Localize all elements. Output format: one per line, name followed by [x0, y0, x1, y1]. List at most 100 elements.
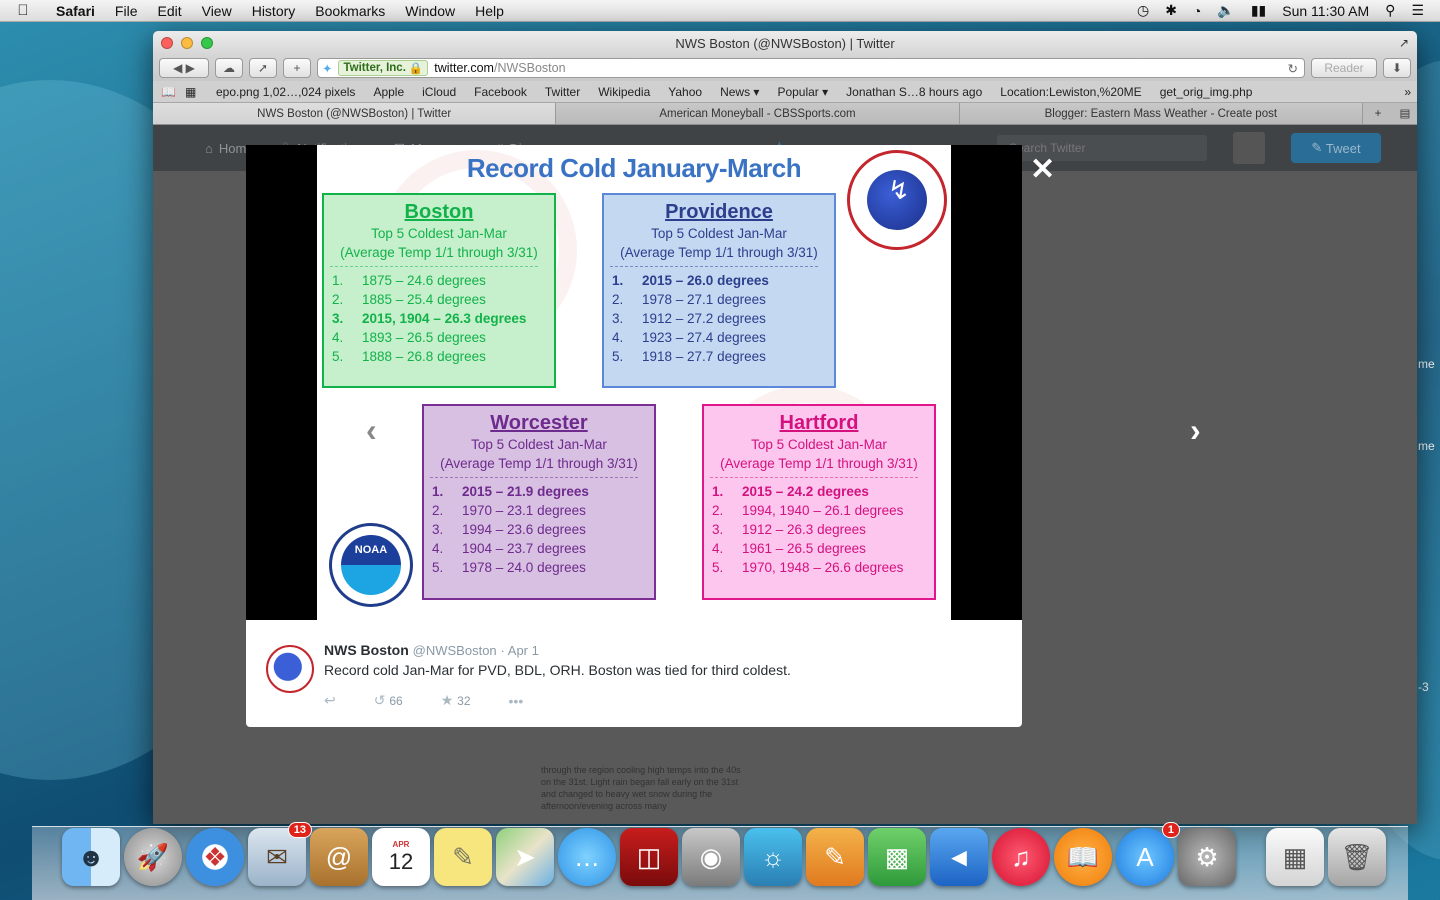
more-options-icon[interactable]: ••• [509, 693, 524, 709]
tweet-author-handle[interactable]: @NWSBoston [413, 643, 497, 658]
avatar[interactable] [1233, 132, 1265, 164]
search-input[interactable]: Search Twitter [997, 135, 1207, 161]
tweet-author-name[interactable]: NWS Boston [324, 642, 409, 658]
safari-icon[interactable]: ❖ [186, 828, 244, 886]
retweet-action[interactable]: ↺ 66 [374, 692, 403, 709]
rank-row: 4. 1961 – 26.5 degrees [712, 541, 866, 556]
new-tab-button[interactable]: + [283, 58, 311, 78]
show-all-tabs-button[interactable]: ▤ [1393, 103, 1417, 124]
bookmark-item[interactable]: Popular ▾ [768, 85, 837, 99]
tweet-button[interactable]: ✎ Tweet [1291, 133, 1381, 163]
rank-row: 1. 2015 – 21.9 degrees [432, 484, 589, 499]
icloud-tabs-button[interactable]: ☁ [215, 58, 243, 78]
menu-window[interactable]: Window [395, 3, 465, 19]
menu-view[interactable]: View [192, 3, 242, 19]
menu-help[interactable]: Help [465, 3, 514, 19]
rank-row: 4. 1923 – 27.4 degrees [612, 330, 766, 345]
city-name: Worcester [490, 412, 588, 434]
maps-icon[interactable]: ➤ [496, 828, 554, 886]
close-icon[interactable]: ✕ [1030, 152, 1055, 187]
launchpad-icon[interactable]: 🚀 [124, 828, 182, 886]
reply-icon[interactable]: ↩ [324, 692, 336, 709]
bookmark-item[interactable]: News ▾ [711, 85, 768, 99]
menu-edit[interactable]: Edit [147, 3, 191, 19]
background-page-snippet: through the region cooling high temps in… [541, 765, 741, 811]
tab-nws-boston[interactable]: NWS Boston (@NWSBoston) | Twitter [153, 103, 557, 124]
iphoto-icon[interactable]: ☼ [744, 828, 802, 886]
bookmark-item[interactable]: Apple [364, 85, 413, 99]
tweet-date[interactable]: · Apr 1 [501, 643, 539, 658]
notification-center-icon[interactable]: ☰ [1411, 2, 1424, 19]
itunes-icon[interactable]: ♫ [992, 828, 1050, 886]
worcester-box: Worcester Top 5 Coldest Jan-Mar (Average… [422, 404, 656, 600]
bookmark-item[interactable]: Facebook [465, 85, 536, 99]
share-button[interactable]: ➚ [249, 58, 277, 78]
more-bookmarks-icon[interactable]: » [1404, 85, 1417, 99]
close-window-button[interactable] [161, 37, 173, 49]
app-store-badge: 1 [1161, 822, 1180, 838]
favorite-action[interactable]: ★ 32 [441, 692, 471, 709]
back-forward-buttons[interactable]: ◀ ▶ [159, 58, 209, 78]
nws-logo: ↯ [847, 150, 947, 250]
address-bar[interactable]: ✦ Twitter, Inc. 🔒 twitter.com/NWSBoston ↻ [317, 58, 1305, 78]
reading-list-icon[interactable]: 📖 [161, 85, 185, 99]
bookmark-item[interactable]: Location:Lewiston,%20ME [991, 85, 1150, 99]
battery-icon[interactable]: ▮▮ [1251, 2, 1266, 19]
finder-icon[interactable]: ☻ [62, 828, 120, 886]
bookmark-item[interactable]: get_orig_img.php [1151, 85, 1262, 99]
clock[interactable]: Sun 11:30 AM [1282, 3, 1369, 19]
menu-file[interactable]: File [105, 3, 148, 19]
bookmark-item[interactable]: Wikipedia [589, 85, 659, 99]
system-preferences-icon[interactable]: ⚙ [1178, 828, 1236, 886]
lightning-icon: ↯ [888, 175, 910, 205]
downloads-button[interactable]: ⬇ [1383, 58, 1411, 78]
trash-icon[interactable]: 🗑 [1328, 828, 1386, 886]
minimize-window-button[interactable] [181, 37, 193, 49]
reader-button[interactable]: Reader [1311, 58, 1377, 78]
divider [330, 266, 538, 267]
menu-bookmarks[interactable]: Bookmarks [305, 3, 395, 19]
rank-row: 4. 1904 – 23.7 degrees [432, 541, 586, 556]
photo-booth-icon[interactable]: ◫ [620, 828, 678, 886]
zoom-window-button[interactable] [201, 37, 213, 49]
previous-image-arrow-icon[interactable]: ‹ [366, 412, 377, 449]
bookmark-item[interactable]: Jonathan S…8 hours ago [837, 85, 991, 99]
menu-app-safari[interactable]: Safari [46, 3, 105, 19]
app-store-icon[interactable]: A1 [1116, 822, 1180, 886]
menu-history[interactable]: History [242, 3, 306, 19]
bookmark-item[interactable]: iCloud [413, 85, 465, 99]
ibooks-icon[interactable]: 📖 [1054, 828, 1112, 886]
new-tab-plus-button[interactable]: + [1363, 103, 1393, 124]
calendar-icon[interactable]: APR 12 [372, 828, 430, 886]
top-sites-icon[interactable]: ▦ [185, 85, 207, 99]
wifi-icon[interactable]: ◔ [1193, 3, 1201, 19]
keynote-icon[interactable]: ◄ [930, 828, 988, 886]
mail-icon[interactable]: ✉ 13 [248, 822, 312, 886]
rank-row: 3. 1994 – 23.6 degrees [432, 522, 586, 537]
numbers-icon[interactable]: ▩ [868, 828, 926, 886]
bookmark-item[interactable]: epo.png 1,02…,024 pixels [207, 85, 364, 99]
time-machine-icon[interactable]: ◷ [1137, 2, 1149, 19]
box-subtitle-2: (Average Temp 1/1 through 3/31) [340, 245, 538, 260]
bookmark-item[interactable]: Twitter [536, 85, 589, 99]
downloads-stack-icon[interactable]: ▦ [1266, 828, 1324, 886]
tweet-image: Record Cold January-March ↯ Boston Top 5… [317, 145, 951, 620]
ev-certificate-badge[interactable]: Twitter, Inc. 🔒 [338, 60, 429, 76]
spotlight-search-icon[interactable]: ⚲ [1385, 2, 1395, 19]
notes-icon[interactable]: ✎ [434, 828, 492, 886]
tab-blogger[interactable]: Blogger: Eastern Mass Weather - Create p… [959, 103, 1363, 124]
tab-american-moneyball[interactable]: American Moneyball - CBSSports.com [556, 103, 960, 124]
volume-icon[interactable]: 🔈 [1217, 2, 1234, 19]
next-image-arrow-icon[interactable]: › [1190, 412, 1201, 449]
media-viewer: Record Cold January-March ↯ Boston Top 5… [246, 145, 1022, 620]
facetime-icon[interactable]: ◉ [682, 828, 740, 886]
bluetooth-icon[interactable]: ✱ [1165, 2, 1177, 19]
contacts-icon[interactable]: @ [310, 828, 368, 886]
reload-icon[interactable]: ↻ [1288, 61, 1304, 76]
bookmark-item[interactable]: Yahoo [659, 85, 711, 99]
pages-icon[interactable]: ✎ [806, 828, 864, 886]
tweet-avatar[interactable] [266, 645, 314, 693]
apple-menu-icon[interactable]:  [0, 2, 46, 19]
fullscreen-icon[interactable]: ↗ [1399, 36, 1409, 50]
messages-icon[interactable]: … [558, 828, 616, 886]
